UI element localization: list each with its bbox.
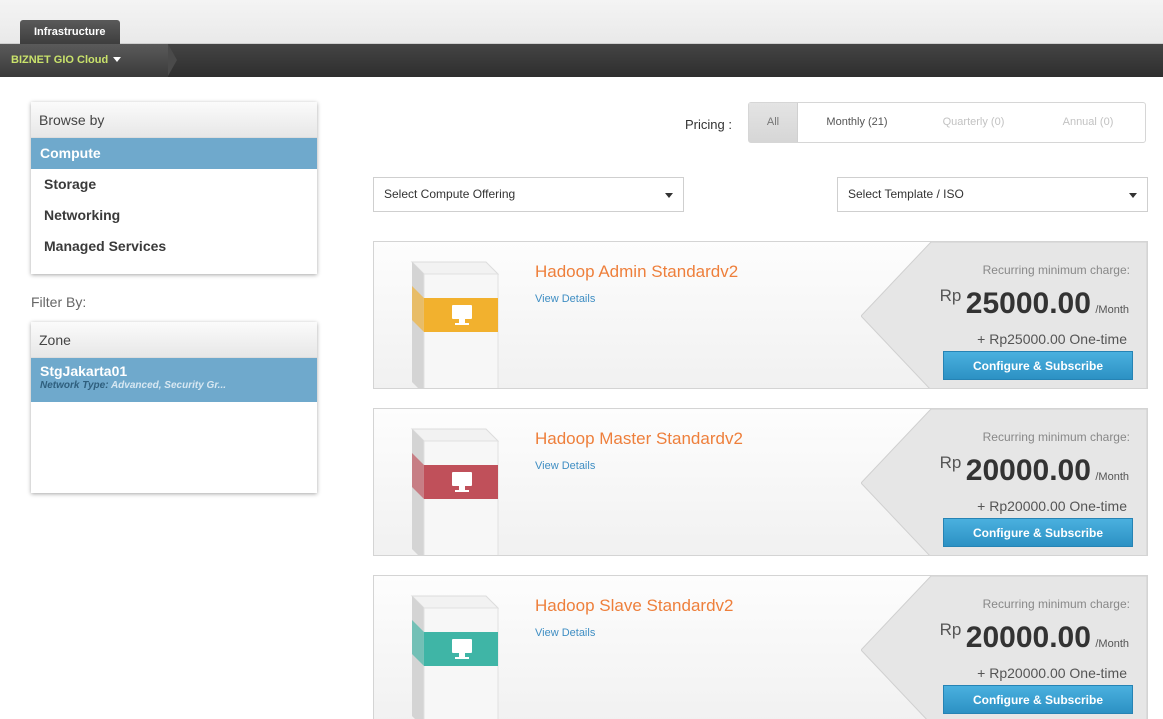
product-card: Hadoop Admin Standardv2 View Details Rec… — [373, 241, 1148, 389]
product-card: Hadoop Master Standardv2 View Details Re… — [373, 408, 1148, 556]
caret-down-icon — [113, 57, 122, 62]
brand-dropdown[interactable]: BIZNET GIO Cloud — [0, 44, 168, 77]
recurring-label: Recurring minimum charge: — [982, 263, 1130, 277]
navbar: BIZNET GIO Cloud — [0, 44, 1163, 77]
compute-offering-select[interactable]: Select Compute Offering — [373, 177, 684, 212]
pricing-label: Pricing : — [685, 117, 732, 132]
zone-panel: Zone StgJakarta01 Network Type: Advanced… — [31, 322, 317, 493]
caret-down-icon — [665, 193, 673, 198]
pricing-monthly-button[interactable]: Monthly (21) — [798, 103, 916, 142]
recurring-label: Recurring minimum charge: — [982, 597, 1130, 611]
onetime-charge: + Rp20000.00 One-time — [977, 498, 1127, 514]
template-iso-select[interactable]: Select Template / ISO — [837, 177, 1148, 212]
zone-title: Zone — [31, 322, 317, 358]
product-title[interactable]: Hadoop Master Standardv2 — [535, 429, 743, 449]
zone-name: StgJakarta01 — [40, 363, 128, 379]
onetime-charge: + Rp25000.00 One-time — [977, 331, 1127, 347]
filter-label: Filter By: — [31, 294, 87, 310]
zone-item-stgjakarta01[interactable]: StgJakarta01 Network Type: Advanced, Sec… — [31, 358, 317, 402]
price-panel: Recurring minimum charge: Rp 25000.00 /M… — [861, 242, 1147, 388]
price-amount: 25000.00 — [965, 287, 1091, 320]
server-icon — [404, 588, 504, 719]
brand-label[interactable]: BIZNET GIO Cloud — [11, 44, 122, 77]
zone-network-type: Network Type: Advanced, Security Gr... — [40, 380, 226, 391]
view-details-link[interactable]: View Details — [535, 627, 595, 639]
price-amount: 20000.00 — [965, 621, 1091, 654]
browse-title: Browse by — [31, 102, 317, 138]
brand-arrow — [168, 44, 177, 76]
server-icon — [404, 421, 504, 555]
pricing-annual-button[interactable]: Annual (0) — [1031, 103, 1145, 142]
browse-item-networking[interactable]: Networking — [31, 200, 317, 231]
view-details-link[interactable]: View Details — [535, 460, 595, 472]
pricing-filter: All Monthly (21) Quarterly (0) Annual (0… — [748, 102, 1146, 143]
onetime-charge: + Rp20000.00 One-time — [977, 665, 1127, 681]
caret-down-icon — [1129, 193, 1137, 198]
pricing-all-button[interactable]: All — [749, 103, 798, 142]
server-icon — [404, 254, 504, 388]
product-title[interactable]: Hadoop Slave Standardv2 — [535, 596, 733, 616]
tab-infrastructure[interactable]: Infrastructure — [20, 20, 120, 45]
top-strip — [0, 0, 1163, 44]
price-line: Rp 20000.00 /Month — [939, 620, 1129, 654]
browse-panel: Browse by Compute Storage Networking Man… — [31, 102, 317, 274]
view-details-link[interactable]: View Details — [535, 293, 595, 305]
browse-item-compute[interactable]: Compute — [31, 138, 317, 169]
price-amount: 20000.00 — [965, 454, 1091, 487]
configure-subscribe-button[interactable]: Configure & Subscribe — [943, 518, 1133, 547]
product-card: Hadoop Slave Standardv2 View Details Rec… — [373, 575, 1148, 719]
product-title[interactable]: Hadoop Admin Standardv2 — [535, 262, 738, 282]
price-line: Rp 20000.00 /Month — [939, 453, 1129, 487]
browse-item-managed-services[interactable]: Managed Services — [31, 231, 317, 262]
pricing-quarterly-button[interactable]: Quarterly (0) — [916, 103, 1031, 142]
price-panel: Recurring minimum charge: Rp 20000.00 /M… — [861, 576, 1147, 719]
configure-subscribe-button[interactable]: Configure & Subscribe — [943, 351, 1133, 380]
configure-subscribe-button[interactable]: Configure & Subscribe — [943, 685, 1133, 714]
browse-item-storage[interactable]: Storage — [31, 169, 317, 200]
price-line: Rp 25000.00 /Month — [939, 286, 1129, 320]
price-panel: Recurring minimum charge: Rp 20000.00 /M… — [861, 409, 1147, 555]
recurring-label: Recurring minimum charge: — [982, 430, 1130, 444]
